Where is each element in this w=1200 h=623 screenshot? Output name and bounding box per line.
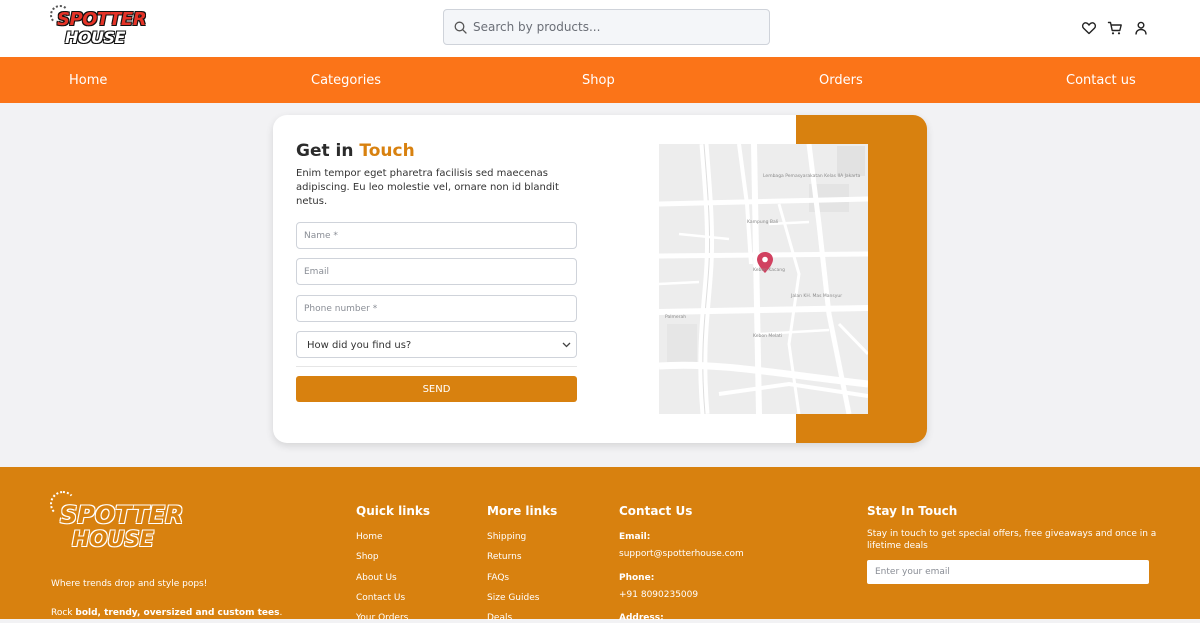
footer-logo[interactable]: SPOTTER HOUSE: [50, 489, 183, 561]
logo-text-line1: SPOTTER: [57, 9, 147, 30]
phone-value-link[interactable]: +91 8090235009: [619, 590, 698, 600]
tagline2-prefix: Rock: [51, 608, 76, 618]
heart-icon[interactable]: [1081, 20, 1097, 36]
user-icon[interactable]: [1133, 20, 1149, 36]
quick-link-home[interactable]: Home: [356, 532, 383, 542]
title-part2: Touch: [359, 141, 415, 161]
quick-link-about-us[interactable]: About Us: [356, 573, 397, 583]
map-roads: [659, 144, 868, 414]
more-link-returns[interactable]: Returns: [487, 552, 522, 562]
footer-tagline-2: Rock bold, trendy, oversized and custom …: [51, 608, 282, 618]
map-label: Jalan KH. Mas Mansyur: [791, 294, 843, 299]
nav-orders[interactable]: Orders: [819, 73, 863, 88]
newsletter-email-input[interactable]: [867, 560, 1149, 584]
more-link-shipping[interactable]: Shipping: [487, 532, 526, 542]
tagline2-suffix: .: [279, 608, 283, 618]
brand-logo[interactable]: SPOTTER HOUSE: [50, 5, 147, 53]
map-label: Lembaga Pemasyarakatan Kelas IIA Jakarta: [763, 174, 861, 179]
more-link-faqs[interactable]: FAQs: [487, 573, 509, 583]
main-nav: Home Categories Shop Orders Contact us: [0, 57, 1200, 103]
email-label: Email:: [619, 532, 651, 542]
search-input[interactable]: [473, 10, 763, 44]
quick-link-your-orders[interactable]: Your Orders: [356, 613, 408, 623]
map-label: Kampung Bali: [747, 220, 779, 225]
chevron-down-icon: [562, 342, 571, 348]
map-label: Kebon Kacang: [753, 268, 785, 273]
form-divider: [296, 366, 577, 367]
cart-icon[interactable]: [1107, 20, 1123, 36]
location-map[interactable]: Lembaga Pemasyarakatan Kelas IIA Jakarta…: [659, 144, 868, 414]
more-link-size-guides[interactable]: Size Guides: [487, 593, 539, 603]
name-field[interactable]: [296, 222, 577, 249]
quick-link-contact-us[interactable]: Contact Us: [356, 593, 405, 603]
title-part1: Get in: [296, 141, 354, 161]
page-title: Get in Touch: [296, 141, 415, 161]
phone-field[interactable]: [296, 295, 577, 322]
source-select[interactable]: How did you find us?: [296, 331, 577, 358]
more-links-title: More links: [487, 504, 558, 518]
email-value-link[interactable]: support@spotterhouse.com: [619, 549, 744, 559]
send-button[interactable]: SEND: [296, 376, 577, 402]
stay-in-touch-title: Stay In Touch: [867, 504, 958, 518]
contact-card: Get in Touch Enim tempor eget pharetra f…: [273, 115, 927, 443]
quick-link-shop[interactable]: Shop: [356, 552, 379, 562]
nav-categories[interactable]: Categories: [311, 73, 381, 88]
footer-logo-line1: SPOTTER: [60, 501, 184, 529]
footer: SPOTTER HOUSE Where trends drop and styl…: [0, 467, 1200, 623]
nav-contact-us[interactable]: Contact us: [1066, 73, 1136, 88]
logo-text-line2: HOUSE: [65, 28, 125, 47]
phone-label: Phone:: [619, 573, 655, 583]
contact-description: Enim tempor eget pharetra facilisis sed …: [296, 168, 559, 207]
search-icon: [454, 21, 467, 34]
source-select-value: How did you find us?: [307, 340, 412, 351]
quick-links-title: Quick links: [356, 504, 431, 518]
nav-shop[interactable]: Shop: [582, 73, 615, 88]
map-label: Palmerah: [665, 315, 687, 320]
address-label: Address:: [619, 613, 664, 623]
search-bar: [443, 9, 770, 45]
tagline2-bold: bold, trendy, oversized and custom tees: [75, 608, 280, 618]
header: SPOTTER HOUSE: [0, 0, 1200, 57]
more-link-deals[interactable]: Deals: [487, 613, 512, 623]
map-label: Kebon Melati: [753, 334, 783, 339]
contact-us-title: Contact Us: [619, 504, 693, 518]
footer-logo-line2: HOUSE: [72, 527, 154, 551]
nav-home[interactable]: Home: [69, 73, 107, 88]
stay-in-touch-text: Stay in touch to get special offers, fre…: [867, 529, 1157, 551]
email-field[interactable]: [296, 258, 577, 285]
footer-tagline: Where trends drop and style pops!: [51, 579, 208, 589]
